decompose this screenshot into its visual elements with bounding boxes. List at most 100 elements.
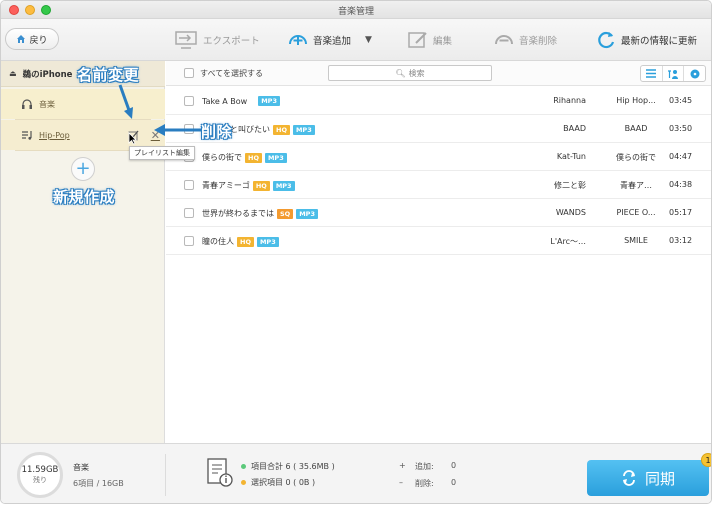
row-checkbox[interactable]	[184, 236, 194, 246]
quality-badge: HQ	[252, 180, 270, 191]
document-info-icon	[207, 458, 233, 487]
table-row[interactable]: 世界が終わるまでは SQ MP3 WANDS PIECE O... 05:17	[166, 199, 711, 227]
delete-music-label: 音楽削除	[519, 36, 558, 47]
song-album: 青春ア…	[620, 181, 652, 190]
delete-music-button[interactable]: 音楽削除	[493, 27, 557, 53]
search-input[interactable]: 🔍︎ 検索	[328, 65, 492, 81]
toolbar: 戻り エクスポート 音楽追加 ▼ 編集 音楽削除 最新の情報に更新	[1, 19, 711, 61]
sidebar-item-music[interactable]: 音楽	[1, 89, 165, 119]
song-artist: Kat-Tun	[556, 152, 586, 161]
mouse-cursor-icon	[128, 132, 137, 145]
total-dot-icon	[241, 464, 246, 469]
song-album: PIECE O...	[616, 208, 656, 217]
total-items: 項目合計 6 ( 35.6MB )	[251, 462, 335, 471]
row-checkbox[interactable]	[184, 180, 194, 190]
song-artist: L'Arc～…	[550, 237, 586, 246]
song-album: SMILE	[624, 236, 648, 245]
add-value: 0	[451, 461, 457, 470]
list-view-icon	[646, 69, 657, 78]
export-icon	[175, 31, 197, 49]
quality-badge: HQ	[237, 236, 254, 247]
edit-button[interactable]: 編集	[407, 27, 452, 53]
song-duration: 04:47	[669, 152, 693, 161]
list-view-button[interactable]	[641, 66, 663, 81]
song-artist: BAAD	[563, 124, 586, 133]
media-count: 6項目 / 16GB	[73, 479, 124, 488]
new-playlist-button[interactable]: +	[71, 157, 95, 181]
song-title: 青春アミーゴ	[202, 181, 250, 190]
back-button[interactable]: 戻り	[5, 28, 59, 50]
song-title: Take A Bow	[202, 96, 248, 106]
person-music-icon	[668, 69, 678, 79]
sidebar-item-hip-pop-label: Hip-Pop	[39, 130, 70, 140]
format-badge: MP3	[272, 180, 295, 191]
window-title: 音楽管理	[337, 7, 374, 17]
headphones-icon	[22, 99, 32, 109]
song-album: Hip Hop...	[616, 96, 656, 105]
add-music-dropdown-icon[interactable]: ▼	[365, 35, 372, 45]
song-duration: 05:17	[669, 208, 693, 217]
select-all-checkbox[interactable]	[184, 68, 194, 78]
delete-music-icon	[495, 35, 513, 45]
refresh-icon	[598, 31, 615, 49]
format-badge: MP3	[258, 96, 280, 106]
add-music-icon	[289, 35, 307, 45]
refresh-button[interactable]: 最新の情報に更新	[597, 27, 697, 53]
table-row[interactable]: …と叫びたい HQ MP3 BAAD BAAD 03:50	[166, 115, 711, 143]
add-music-label: 音楽追加	[313, 36, 352, 47]
song-title: 瞳の住人	[202, 237, 234, 246]
add-plus-icon: +	[399, 461, 406, 470]
annotation-rename: 名前変更	[77, 66, 140, 84]
table-row[interactable]: Take A Bow MP3 Rihanna Hip Hop... 03:45	[166, 87, 711, 115]
add-label: 追加:	[415, 462, 434, 471]
album-view-button[interactable]	[684, 66, 705, 81]
format-badge: MP3	[296, 208, 318, 219]
edit-icon	[408, 32, 427, 48]
storage-indicator: 11.59GB 残り	[17, 452, 63, 498]
format-badge: MP3	[264, 152, 287, 163]
storage-free: 11.59GB	[21, 465, 59, 475]
song-title-cell: 青春アミーゴ HQ MP3	[202, 180, 295, 191]
quality-badge: HQ	[245, 152, 262, 163]
eject-icon[interactable]: ⏏	[9, 69, 17, 78]
delete-value: 0	[451, 478, 457, 487]
view-toggle	[640, 65, 706, 82]
song-artist: 修二と彰	[554, 181, 586, 190]
song-duration: 04:38	[669, 180, 693, 189]
table-row[interactable]: 僕らの街で HQ MP3 Kat-Tun 僕らの街で 04:47	[166, 143, 711, 171]
export-button[interactable]: エクスポート	[173, 27, 260, 53]
format-badge: MP3	[292, 124, 315, 135]
back-label: 戻り	[29, 35, 48, 46]
table-row[interactable]: 瞳の住人 HQ MP3 L'Arc～… SMILE 03:12	[166, 227, 711, 255]
footer-divider	[165, 454, 166, 496]
device-name: 鵜のiPhone	[22, 69, 73, 80]
song-duration: 03:12	[669, 236, 693, 245]
media-type-label: 音楽	[73, 463, 89, 472]
add-music-button[interactable]: 音楽追加 ▼	[287, 27, 372, 53]
delete-minus-icon: –	[399, 478, 403, 487]
song-artist: Rihanna	[553, 96, 586, 105]
format-badge: MP3	[256, 236, 279, 247]
row-checkbox[interactable]	[184, 96, 194, 106]
app-window: 音楽管理 戻り エクスポート 音楽追加 ▼ 編集 音楽削除 最新の情報に更新 ⏏…	[0, 0, 712, 504]
sync-count-badge: 1	[701, 453, 711, 467]
status-footer: 11.59GB 残り 音楽 6項目 / 16GB 項目合計 6 ( 35.6MB…	[1, 443, 711, 503]
sync-button[interactable]: 同期	[587, 460, 709, 496]
sort-artist-button[interactable]	[663, 66, 685, 81]
annotation-new: 新規作成	[53, 188, 116, 206]
home-icon	[17, 35, 26, 43]
tooltip: プレイリスト編集	[129, 146, 195, 160]
row-checkbox[interactable]	[184, 208, 194, 218]
arrow-icon-2	[154, 124, 201, 136]
title-bar: 音楽管理	[1, 1, 711, 19]
selected-items: 選択項目 0 ( 0B )	[251, 478, 316, 487]
song-title: 世界が終わるまでは	[202, 209, 274, 218]
song-title: 僕らの街で	[202, 153, 242, 162]
sync-icon	[622, 470, 635, 486]
table-row[interactable]: 青春アミーゴ HQ MP3 修二と彰 青春ア… 04:38	[166, 171, 711, 199]
search-placeholder: 検索	[408, 68, 425, 78]
song-title-cell: …と叫びたい HQ MP3	[222, 124, 315, 135]
export-label: エクスポート	[203, 36, 260, 47]
playlist-icon	[22, 131, 32, 140]
song-album: BAAD	[624, 124, 648, 133]
